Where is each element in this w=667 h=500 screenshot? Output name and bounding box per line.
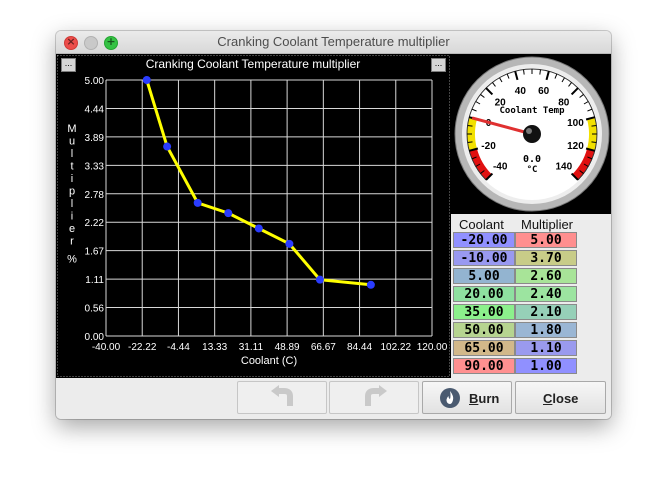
button-bar: Burn Close (56, 378, 611, 419)
coolant-cell[interactable]: 5.00 (453, 268, 515, 284)
gauge-minor-tick (523, 69, 525, 75)
y-tick-label: 2.78 (85, 190, 105, 201)
gauge-hub (523, 125, 541, 143)
x-tick-label: 31.11 (239, 342, 264, 353)
gauge-scale-label: -20 (481, 141, 496, 152)
close-button[interactable]: Close (515, 381, 606, 414)
coolant-cell[interactable]: 20.00 (453, 286, 515, 302)
x-tick-label: 66.67 (311, 342, 336, 353)
coolant-column-header: Coolant (459, 217, 504, 232)
curve-table[interactable]: Coolant Multiplier -20.00 5.00 -10.00 3.70 5… (451, 214, 611, 378)
flame-icon (440, 388, 460, 408)
plot-menu-button-left[interactable]: ... (61, 58, 76, 72)
x-tick-label: -40.00 (92, 342, 121, 353)
gauge-units: °C (527, 165, 538, 175)
gauge-scale-label: 60 (538, 86, 550, 97)
y-tick-label: 4.44 (85, 104, 105, 115)
y-tick-label: 1.11 (85, 275, 104, 286)
coolant-cell[interactable]: 65.00 (453, 340, 515, 356)
y-tick-label: 3.89 (85, 133, 105, 144)
gauge-minor-tick (539, 69, 541, 75)
data-point (315, 275, 324, 284)
x-tick-label: 84.44 (347, 342, 372, 353)
data-point (193, 198, 202, 207)
data-point (224, 209, 233, 218)
curve-chart[interactable]: Cranking Coolant Temperature multiplier -… (56, 54, 451, 378)
y-axis-label: Mu l t i p l i e r% (67, 123, 77, 266)
gauge-hub-highlight (526, 128, 532, 134)
x-tick-label: 120.00 (417, 342, 448, 353)
gauge-minor-tick (591, 141, 597, 143)
burn-button[interactable]: Burn (422, 381, 512, 414)
multiplier-cell[interactable]: 1.10 (515, 340, 577, 356)
coolant-cell[interactable]: 50.00 (453, 322, 515, 338)
plot-menu-button-right[interactable]: ... (431, 58, 446, 72)
multiplier-cell[interactable]: 5.00 (515, 232, 577, 248)
gauge-scale-label: -40 (493, 161, 508, 172)
multiplier-cell[interactable]: 1.80 (515, 322, 577, 338)
multiplier-column-header: Multiplier (521, 217, 574, 232)
coolant-temp-gauge: -40-20020406080100120140Coolant Temp0.0°… (454, 56, 610, 212)
x-axis-label: Coolant (C) (241, 355, 297, 367)
y-tick-label: 1.67 (85, 247, 105, 258)
redo-button[interactable] (329, 381, 419, 414)
data-point (163, 142, 172, 151)
dialog-window: × + Cranking Coolant Temperature multipl… (56, 31, 611, 419)
window-title: Cranking Coolant Temperature multiplier (217, 34, 450, 49)
data-point (254, 224, 263, 233)
y-tick-label: 0.56 (85, 304, 105, 315)
y-tick-label: 0.00 (85, 332, 105, 343)
coolant-cell[interactable]: 90.00 (453, 358, 515, 374)
coolant-cell[interactable]: 35.00 (453, 304, 515, 320)
undo-arrow-icon (271, 385, 293, 406)
close-label: Close (543, 391, 579, 406)
gauge-scale-label: 100 (567, 118, 584, 129)
gauge-scale-label: 40 (515, 86, 527, 97)
gauge-minor-tick (591, 125, 597, 127)
x-tick-label: 48.89 (275, 342, 300, 353)
y-tick-label: 2.22 (85, 218, 105, 229)
gauge-value: 0.0 (523, 154, 541, 165)
undo-button[interactable] (237, 381, 327, 414)
y-tick-label: 3.33 (85, 161, 105, 172)
series-line (145, 79, 372, 287)
gauge-minor-tick (467, 125, 473, 127)
data-point (366, 280, 375, 289)
chart-title: Cranking Coolant Temperature multiplier (146, 57, 361, 71)
gauge-scale-label: 140 (555, 161, 572, 172)
gauge-minor-tick (467, 141, 473, 143)
burn-label: Burn (469, 391, 500, 406)
gauge-title: Coolant Temp (499, 106, 565, 116)
multiplier-cell[interactable]: 1.00 (515, 358, 577, 374)
x-tick-label: 102.22 (380, 342, 411, 353)
data-point (142, 76, 151, 84)
x-tick-label: 13.33 (202, 342, 227, 353)
x-tick-label: -4.44 (167, 342, 190, 353)
side-panel: -40-20020406080100120140Coolant Temp0.0°… (451, 54, 611, 378)
title-bar: × + Cranking Coolant Temperature multipl… (56, 31, 611, 54)
curve-plot-panel[interactable]: Cranking Coolant Temperature multiplier -… (56, 54, 451, 378)
x-tick-label: -22.22 (128, 342, 157, 353)
multiplier-cell[interactable]: 2.10 (515, 304, 577, 320)
coolant-cell[interactable]: -20.00 (453, 232, 515, 248)
plot-dotted-border (57, 55, 450, 377)
coolant-cell[interactable]: -10.00 (453, 250, 515, 266)
multiplier-cell[interactable]: 3.70 (515, 250, 577, 266)
multiplier-cell[interactable]: 2.60 (515, 268, 577, 284)
redo-arrow-icon (365, 385, 387, 406)
multiplier-cell[interactable]: 2.40 (515, 286, 577, 302)
y-tick-label: 5.00 (85, 76, 105, 87)
gauge-scale-label: 120 (567, 141, 584, 152)
data-point (285, 239, 294, 248)
